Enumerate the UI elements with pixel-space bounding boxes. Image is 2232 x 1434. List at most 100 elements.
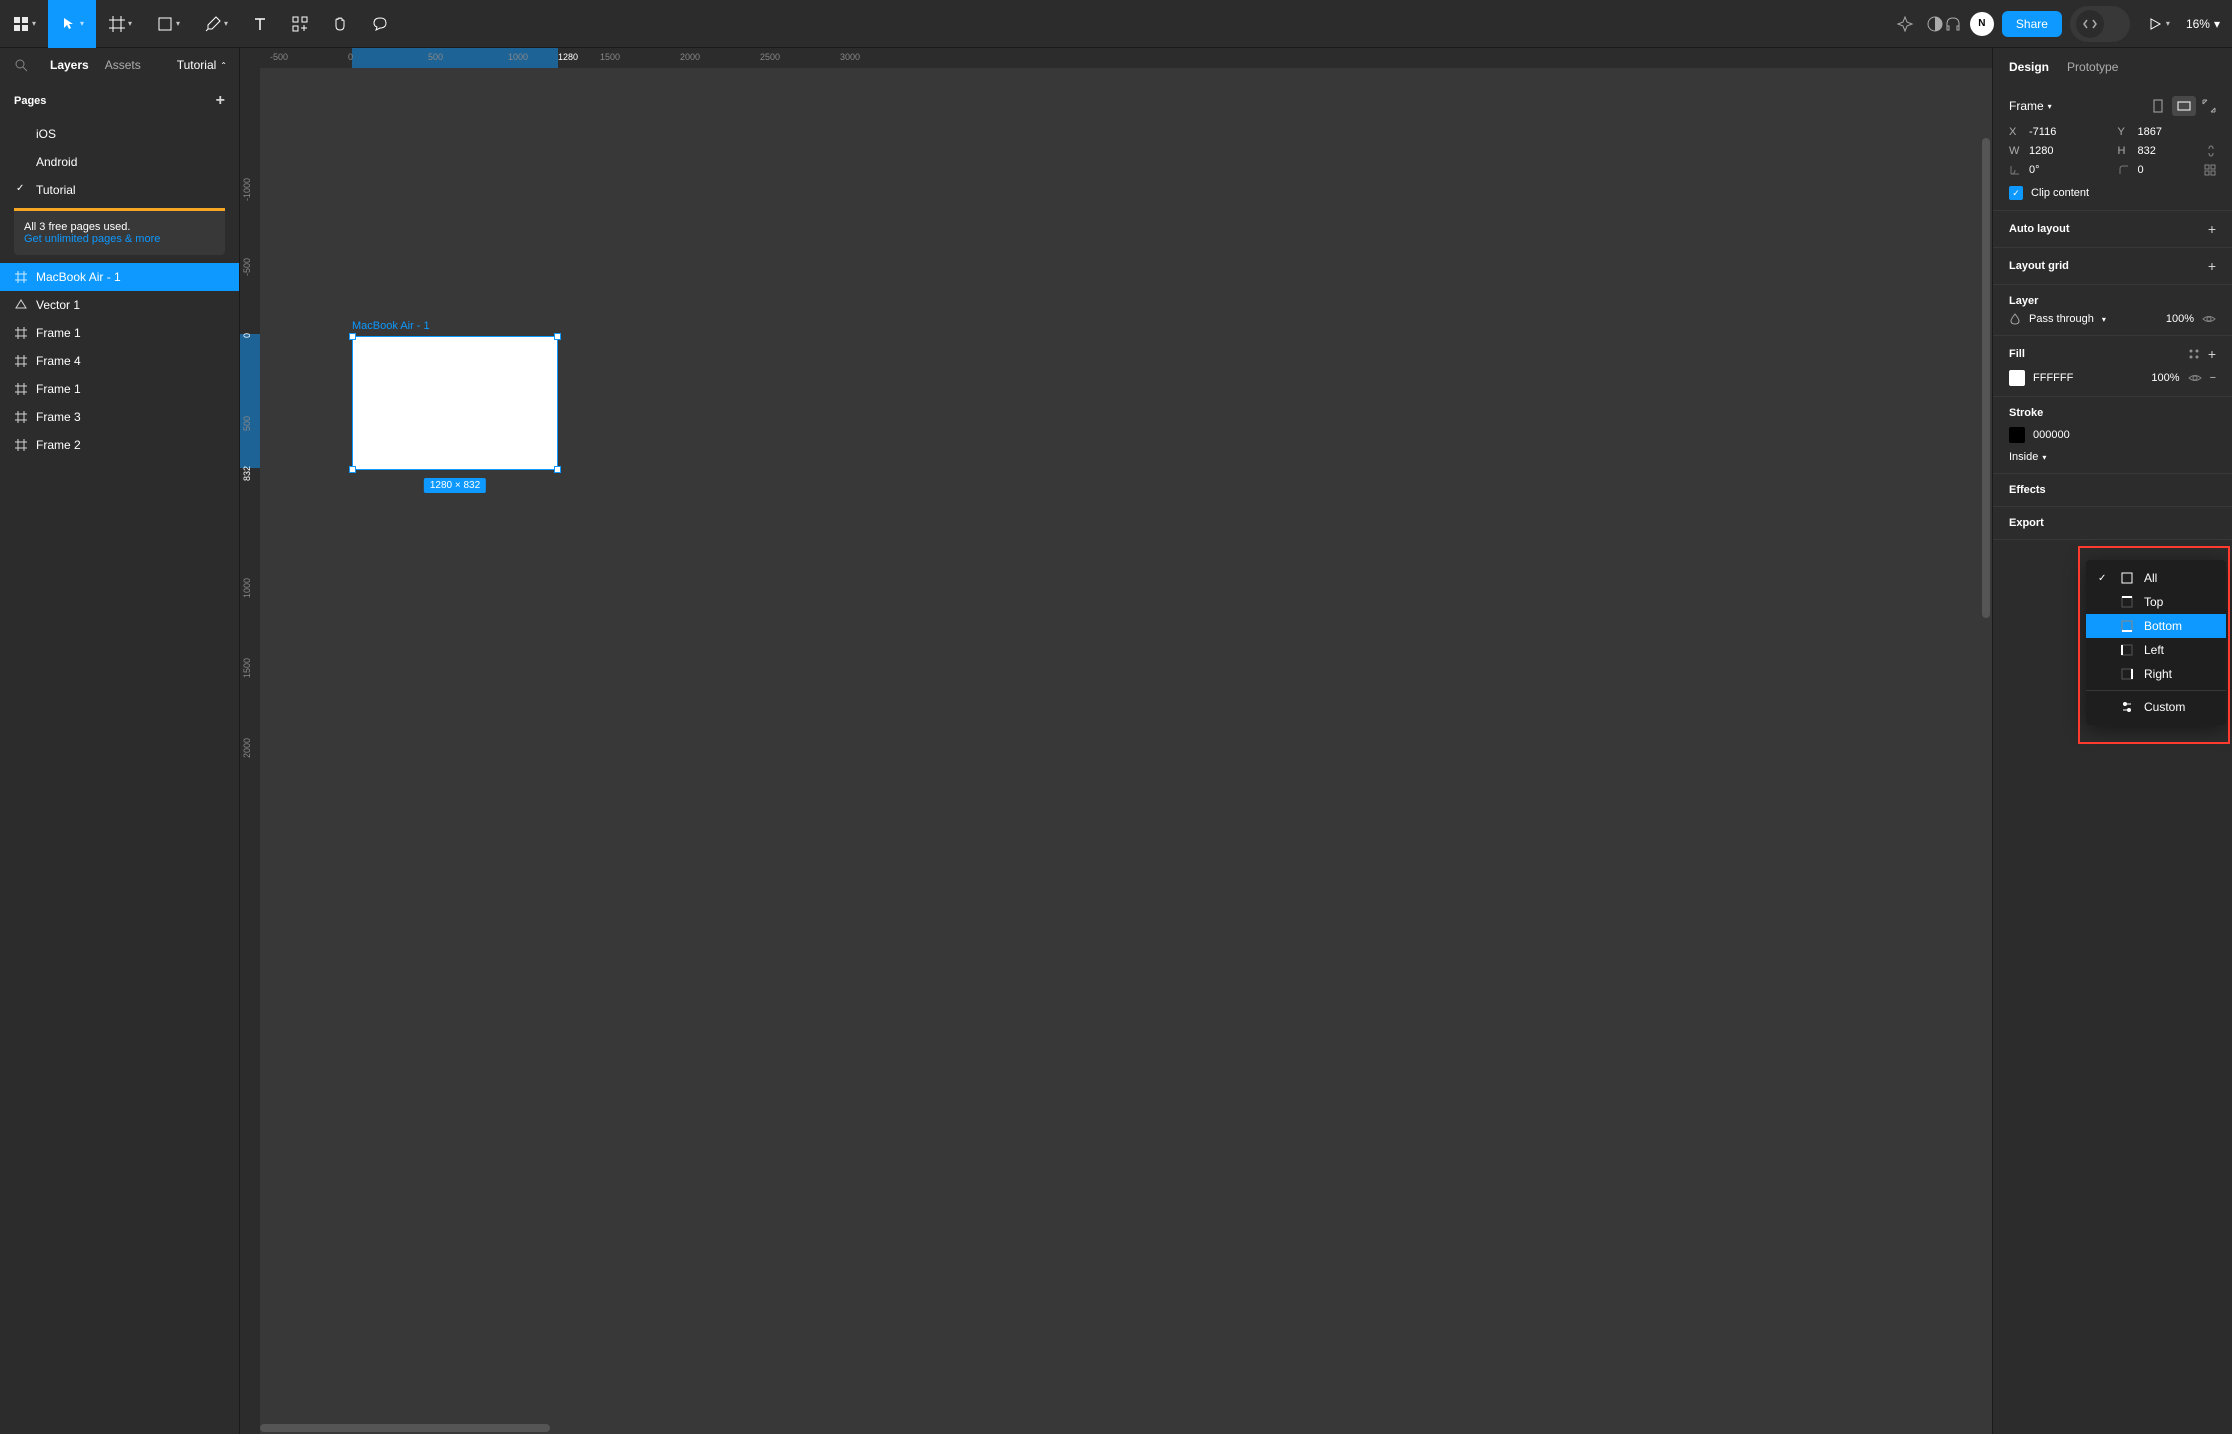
file-name-dropdown[interactable]: Tutorial ⌃ <box>177 58 227 72</box>
play-icon <box>2146 15 2164 33</box>
upgrade-link[interactable]: Get unlimited pages & more <box>24 233 215 245</box>
export-label: Export <box>2009 517 2044 529</box>
layer-item[interactable]: Frame 2 <box>0 431 239 459</box>
horizontal-ruler: -500 0 500 1000 1280 1500 2000 2500 3000 <box>260 48 1992 68</box>
vertical-scrollbar[interactable] <box>1982 138 1990 618</box>
layer-item[interactable]: Frame 4 <box>0 347 239 375</box>
layer-item[interactable]: Frame 3 <box>0 403 239 431</box>
resize-to-fit-icon[interactable] <box>2202 99 2216 113</box>
hand-icon <box>331 15 349 33</box>
rectangle-icon <box>156 15 174 33</box>
horizontal-scrollbar[interactable] <box>260 1424 550 1432</box>
fill-hex-input[interactable]: FFFFFF <box>2033 372 2073 384</box>
tab-design[interactable]: Design <box>2009 60 2049 74</box>
effects-label: Effects <box>2009 484 2046 496</box>
sparkle-icon[interactable] <box>1896 15 1914 33</box>
page-item-tutorial[interactable]: Tutorial <box>0 176 239 204</box>
main-menu-button[interactable]: ▾ <box>0 0 48 48</box>
page-item-android[interactable]: Android <box>0 148 239 176</box>
layer-name: Frame 4 <box>36 354 81 368</box>
resources-tool[interactable] <box>280 0 320 48</box>
selected-frame[interactable] <box>352 336 558 470</box>
stroke-side-custom[interactable]: Custom <box>2086 695 2226 719</box>
x-input[interactable]: X-7116 <box>2009 126 2108 138</box>
auto-layout-label: Auto layout <box>2009 223 2070 235</box>
remove-fill-icon[interactable]: − <box>2210 372 2216 384</box>
frame-icon <box>14 410 28 424</box>
add-page-button[interactable]: + <box>216 92 225 110</box>
contrast-icon[interactable] <box>1926 15 1944 33</box>
corner-radius-input[interactable]: 0 <box>2118 164 2217 176</box>
stroke-side-right[interactable]: Right <box>2086 662 2226 686</box>
layer-item[interactable]: Frame 1 <box>0 375 239 403</box>
vertical-ruler: -1000 -500 0 500 832 1000 1500 2000 <box>240 68 260 1434</box>
fill-styles-icon[interactable] <box>2188 348 2200 360</box>
portrait-button[interactable] <box>2146 96 2170 116</box>
add-layout-grid-button[interactable]: + <box>2208 258 2216 274</box>
visibility-icon[interactable] <box>2202 314 2216 324</box>
pages-label: Pages <box>14 95 46 107</box>
stroke-hex-input[interactable]: 000000 <box>2033 429 2070 441</box>
frame-icon <box>14 438 28 452</box>
frame-preset-dropdown[interactable]: Frame▾ <box>2009 99 2052 113</box>
frame-title[interactable]: MacBook Air - 1 <box>352 320 430 332</box>
figma-icon <box>12 15 30 33</box>
border-all-icon <box>2120 571 2134 585</box>
move-tool[interactable]: ▾ <box>48 0 96 48</box>
comment-tool[interactable] <box>360 0 400 48</box>
hand-tool[interactable] <box>320 0 360 48</box>
layer-item[interactable]: Frame 1 <box>0 319 239 347</box>
rotation-input[interactable]: 0° <box>2009 164 2108 176</box>
stroke-position-dropdown[interactable]: Inside▾ <box>2009 451 2216 463</box>
clip-content-checkbox[interactable]: ✓ <box>2009 186 2023 200</box>
pen-tool[interactable]: ▾ <box>192 0 240 48</box>
headphones-icon[interactable] <box>1944 15 1962 33</box>
stroke-swatch[interactable] <box>2009 427 2025 443</box>
upgrade-banner: All 3 free pages used. Get unlimited pag… <box>14 211 225 255</box>
fill-opacity-input[interactable]: 100% <box>2151 372 2179 384</box>
avatar[interactable]: N <box>1970 12 1994 36</box>
layer-name: Frame 1 <box>36 382 81 396</box>
frame-icon <box>14 354 28 368</box>
stroke-label: Stroke <box>2009 407 2043 419</box>
present-button[interactable]: ▾ <box>2138 0 2178 48</box>
frame-icon <box>108 15 126 33</box>
layer-opacity-input[interactable]: 100% <box>2166 313 2194 325</box>
stroke-side-all[interactable]: ✓ All <box>2086 566 2226 590</box>
fill-label: Fill <box>2009 348 2025 360</box>
stroke-side-bottom[interactable]: Bottom <box>2086 614 2226 638</box>
constrain-proportions-icon[interactable] <box>2206 144 2216 158</box>
tab-assets[interactable]: Assets <box>105 58 141 72</box>
comment-icon <box>371 15 389 33</box>
fill-swatch[interactable] <box>2009 370 2025 386</box>
text-tool[interactable] <box>240 0 280 48</box>
tab-layers[interactable]: Layers <box>50 58 89 72</box>
add-fill-button[interactable]: + <box>2208 346 2216 362</box>
border-top-icon <box>2120 595 2134 609</box>
stroke-side-left[interactable]: Left <box>2086 638 2226 662</box>
layer-item[interactable]: MacBook Air - 1 <box>0 263 239 291</box>
independent-corners-icon[interactable] <box>2204 164 2216 176</box>
width-input[interactable]: W1280 <box>2009 144 2108 158</box>
share-button[interactable]: Share <box>2002 11 2062 37</box>
blend-mode-dropdown[interactable]: Pass through <box>2029 313 2094 325</box>
search-icon[interactable] <box>12 56 30 74</box>
file-name-label: Tutorial <box>177 58 217 72</box>
frame-tool[interactable]: ▾ <box>96 0 144 48</box>
frame-icon <box>14 270 28 284</box>
layer-item[interactable]: Vector 1 <box>0 291 239 319</box>
devmode-toggle[interactable] <box>2070 6 2130 42</box>
tab-prototype[interactable]: Prototype <box>2067 60 2118 74</box>
cursor-icon <box>60 15 78 33</box>
add-auto-layout-button[interactable]: + <box>2208 221 2216 237</box>
stroke-side-top[interactable]: Top <box>2086 590 2226 614</box>
height-input[interactable]: H832 <box>2118 144 2217 158</box>
fill-visibility-icon[interactable] <box>2188 373 2202 383</box>
shape-tool[interactable]: ▾ <box>144 0 192 48</box>
zoom-dropdown[interactable]: 16%▾ <box>2186 17 2220 31</box>
page-item-ios[interactable]: iOS <box>0 120 239 148</box>
canvas[interactable]: MacBook Air - 1 1280 × 832 <box>260 68 1992 1434</box>
pen-icon <box>204 15 222 33</box>
y-input[interactable]: Y1867 <box>2118 126 2217 138</box>
landscape-button[interactable] <box>2172 96 2196 116</box>
